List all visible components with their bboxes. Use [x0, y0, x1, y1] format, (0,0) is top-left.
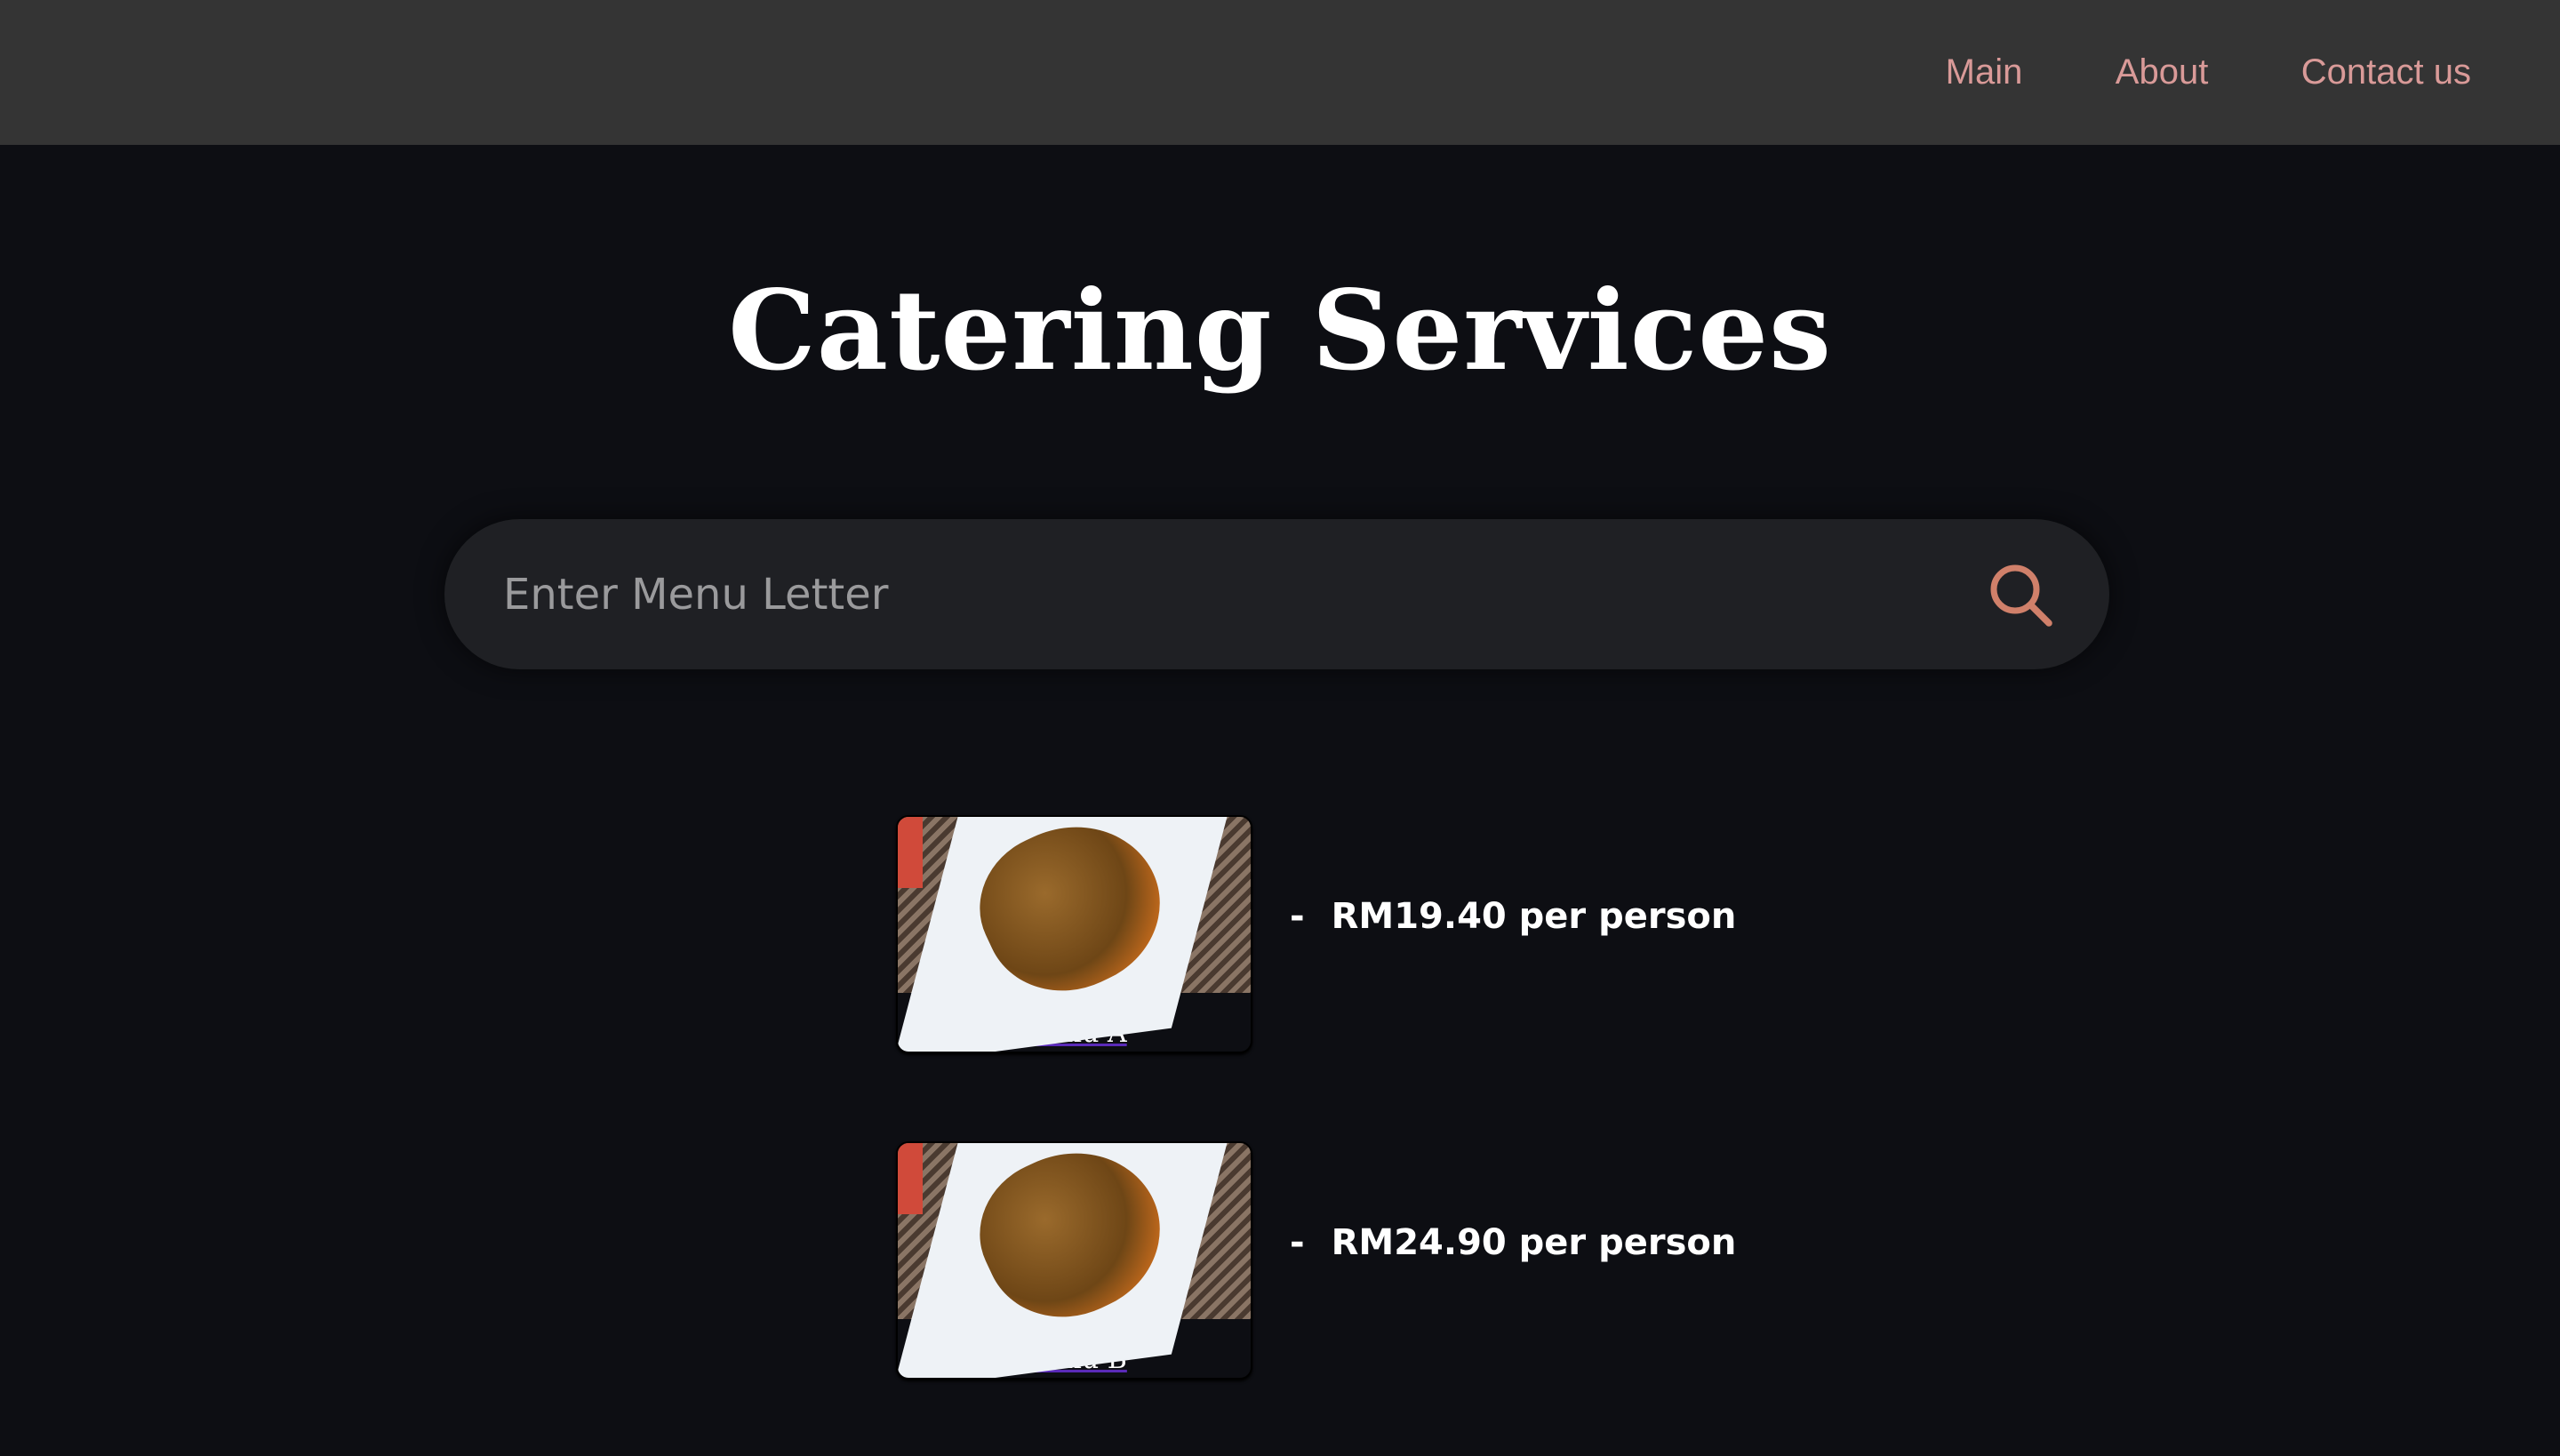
- nav-contact[interactable]: Contact us: [2301, 52, 2471, 92]
- menu-image: [898, 817, 1251, 1052]
- menu-image: [898, 1143, 1251, 1378]
- search-icon[interactable]: [1985, 559, 2056, 630]
- menu-item: Menu B -RM24.90 per person: [896, 1141, 1736, 1380]
- menu-card[interactable]: Menu B: [896, 1141, 1252, 1380]
- header: Main About Contact us: [0, 0, 2560, 145]
- nav: Main About Contact us: [1857, 52, 2471, 92]
- menu-item: Menu A -RM19.40 per person: [896, 815, 1736, 1053]
- menu-price: - RM24.90 per person: [1290, 1222, 1737, 1263]
- menu-card[interactable]: Menu A: [896, 815, 1252, 1053]
- menu-price: - RM19.40 per person: [1290, 896, 1737, 937]
- page-title: Catering Services: [728, 267, 1832, 396]
- search-bar: [444, 519, 2109, 669]
- nav-about[interactable]: About: [2116, 52, 2209, 92]
- search-input[interactable]: [503, 569, 1985, 620]
- nav-main[interactable]: Main: [1946, 52, 2023, 92]
